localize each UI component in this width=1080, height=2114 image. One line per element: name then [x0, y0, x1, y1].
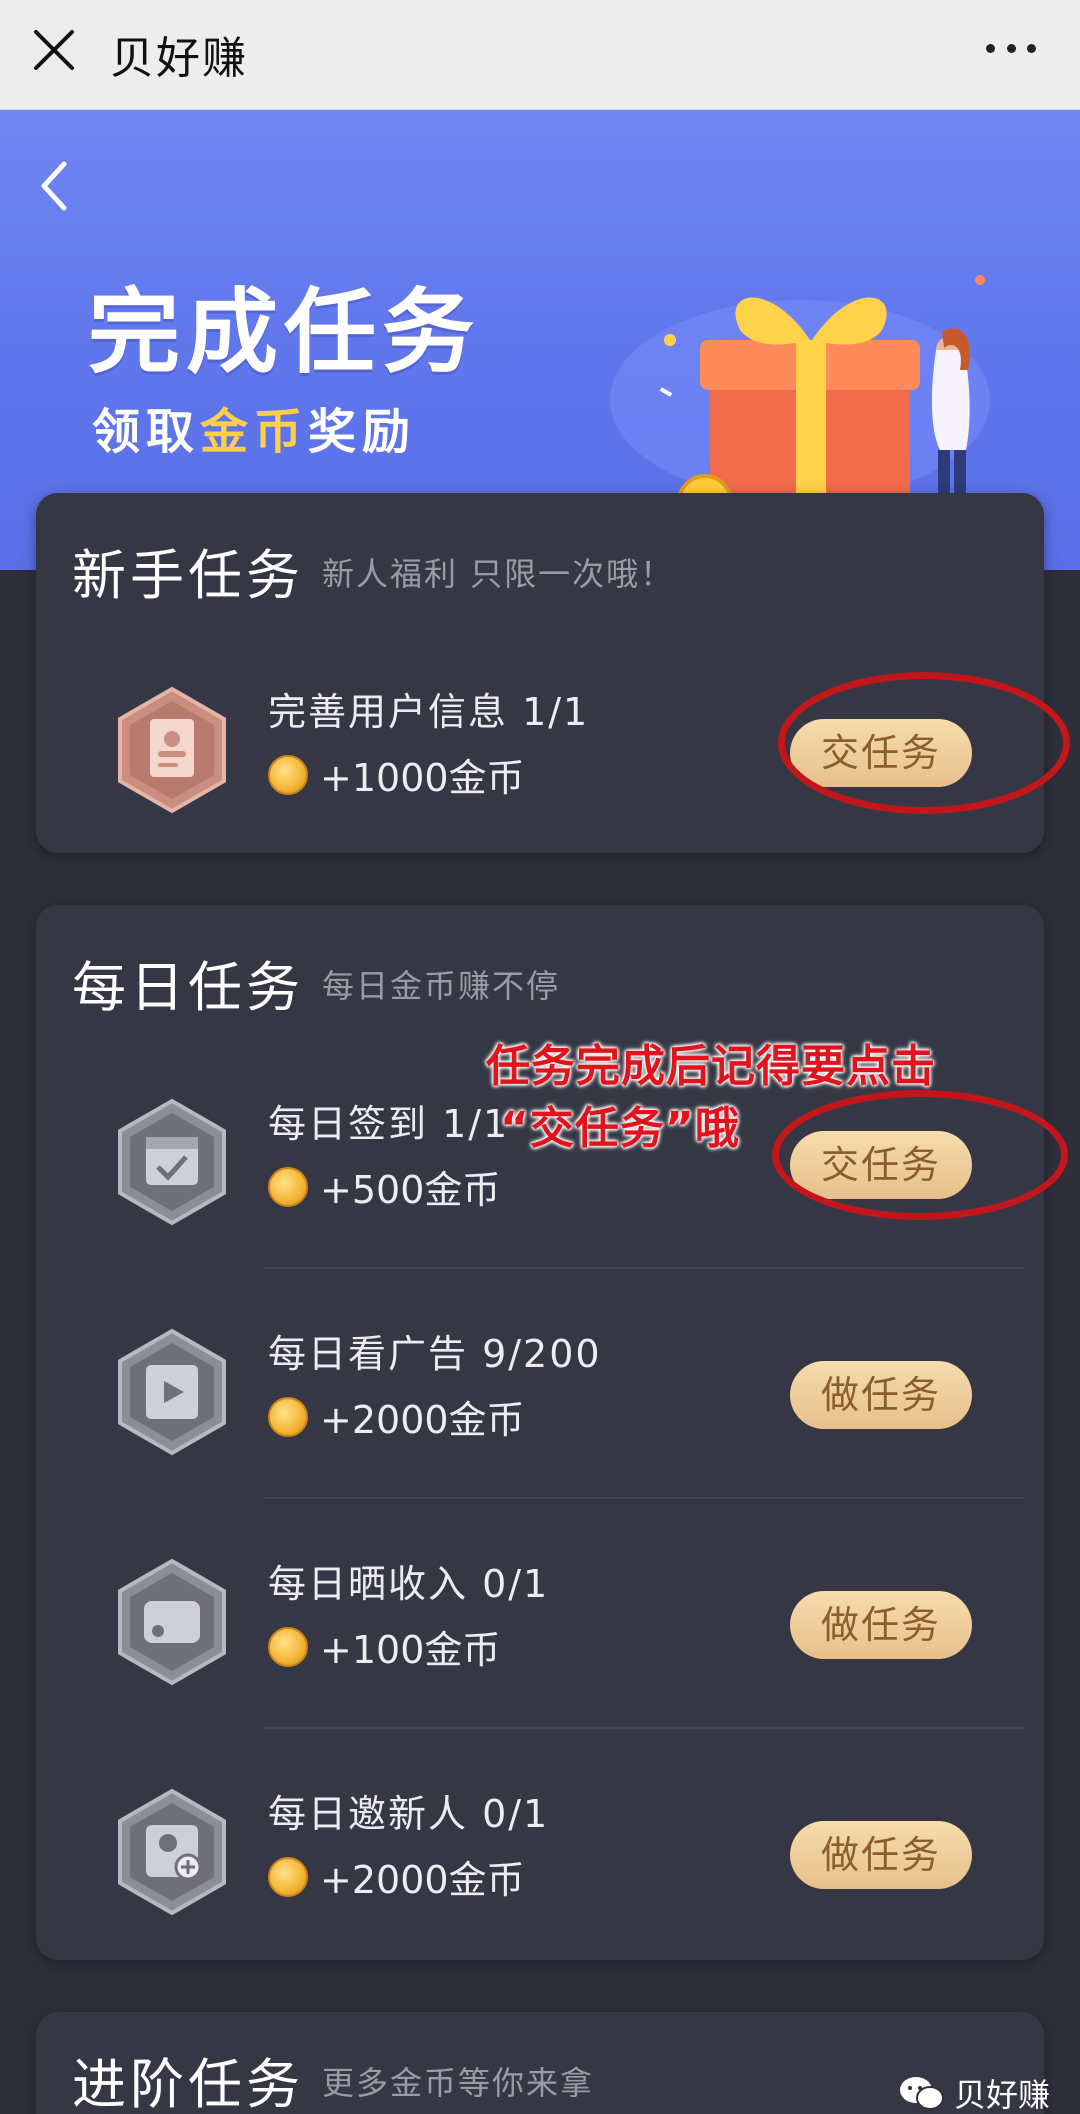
task-reward: +500金币	[268, 1159, 500, 1214]
close-icon[interactable]	[30, 26, 78, 74]
do-task-button[interactable]: 做任务	[790, 1821, 972, 1889]
more-options-icon[interactable]	[986, 44, 1036, 56]
wallet-icon	[118, 1558, 226, 1686]
coin-icon	[268, 1166, 308, 1207]
section-title: 新手任务	[72, 544, 304, 607]
task-name: 完善用户信息 1/1	[268, 690, 590, 734]
task-name: 每日邀新人 0/1	[268, 1792, 550, 1836]
invite-user-icon	[118, 1788, 226, 1916]
task-name: 每日晒收入 0/1	[268, 1562, 550, 1606]
window-title: 贝好赚	[110, 33, 248, 84]
hero-subtitle-highlight: 金币	[200, 404, 309, 460]
do-task-button[interactable]: 做任务	[790, 1591, 972, 1659]
section-title: 每日任务	[72, 956, 304, 1019]
coin-icon	[268, 1396, 308, 1437]
highlight-ring	[778, 672, 1070, 814]
video-icon	[118, 1328, 226, 1456]
task-row: 每日晒收入 0/1 +100金币 做任务	[72, 1545, 1008, 1695]
highlight-ring	[772, 1090, 1068, 1220]
section-subtitle: 新人福利 只限一次哦！	[322, 555, 675, 593]
annotation-line-2: “交任务”哦	[500, 1103, 740, 1154]
hero-subtitle-part2: 奖励	[308, 404, 417, 460]
section-subtitle: 更多金币等你来拿	[322, 2064, 595, 2102]
divider	[264, 1727, 1024, 1729]
id-card-icon	[118, 686, 226, 814]
hero-subtitle: 领取金币奖励	[92, 392, 416, 462]
divider	[264, 1497, 1024, 1499]
title-bar: 贝好赚	[0, 0, 1080, 110]
watermark: 贝好赚	[898, 2070, 1050, 2114]
coin-icon	[268, 754, 308, 795]
task-row: 每日看广告 9/200 +2000金币 做任务	[72, 1315, 1008, 1465]
task-reward: +2000金币	[268, 1849, 525, 1904]
hero-subtitle-part1: 领取	[92, 404, 201, 460]
section-subtitle: 每日金币赚不停	[322, 967, 561, 1005]
section-title: 进阶任务	[72, 2053, 304, 2114]
divider	[264, 1267, 1024, 1269]
watermark-text: 贝好赚	[953, 2076, 1050, 2114]
hero-title: 完成任务	[88, 279, 481, 386]
task-reward: +100金币	[268, 1619, 500, 1674]
task-reward: +2000金币	[268, 1389, 525, 1444]
task-name: 每日签到 1/1	[268, 1102, 510, 1146]
do-task-button[interactable]: 做任务	[790, 1361, 972, 1429]
wechat-icon	[899, 2077, 944, 2110]
advanced-task-card: 进阶任务 更多金币等你来拿	[36, 2012, 1044, 2114]
task-reward: +1000金币	[268, 747, 525, 802]
task-row: 每日邀新人 0/1 +2000金币 做任务	[72, 1775, 1008, 1925]
calendar-check-icon	[118, 1098, 226, 1226]
coin-icon	[268, 1626, 308, 1667]
task-name: 每日看广告 9/200	[268, 1332, 602, 1376]
coin-icon	[268, 1856, 308, 1897]
back-arrow-icon[interactable]	[36, 158, 72, 214]
annotation-line-1: 任务完成后记得要点击	[486, 1041, 936, 1092]
